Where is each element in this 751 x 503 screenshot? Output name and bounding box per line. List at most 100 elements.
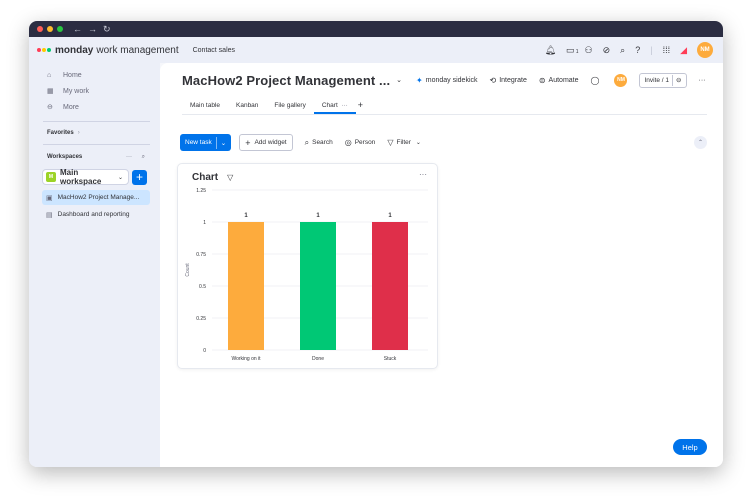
- tab-label: File gallery: [274, 102, 306, 109]
- sidekick-button[interactable]: ✦ monday sidekick: [416, 76, 477, 85]
- forward-arrow-icon[interactable]: →: [88, 21, 97, 37]
- chat-bubble-icon: ◯: [590, 75, 600, 85]
- brand-logo[interactable]: monday work management: [29, 45, 179, 56]
- board-header: MacHow2 Project Management ... ⌄ ✦ monday…: [182, 70, 707, 90]
- tab-kanban[interactable]: Kanban: [228, 102, 266, 114]
- calendar-icon: ▦: [47, 88, 54, 95]
- tab-label: Main table: [190, 102, 220, 109]
- app-header: monday work management Contact sales 🔔︎ …: [29, 37, 723, 63]
- search-icon: ⌕: [304, 137, 310, 147]
- widget-title[interactable]: Chart: [192, 172, 218, 183]
- sidebar-item-home[interactable]: ⌂ Home: [29, 67, 160, 83]
- brand-name: monday: [55, 44, 94, 56]
- zoom-window-button[interactable]: [57, 26, 63, 32]
- favorites-section[interactable]: Favorites ›: [29, 126, 160, 140]
- data-label: 1: [244, 213, 248, 219]
- filter-button[interactable]: ▽ Filter ⌄: [387, 138, 421, 147]
- sidebar-item-label: My work: [63, 87, 90, 95]
- help-button[interactable]: Help: [673, 439, 707, 455]
- sidebar-item-label: Home: [63, 71, 82, 79]
- y-tick-label: 0.5: [199, 284, 206, 290]
- chevron-down-icon[interactable]: ⌄: [221, 139, 226, 147]
- copy-link-icon[interactable]: ⊖: [676, 76, 681, 84]
- x-tick-label: Stuck: [384, 356, 397, 362]
- search-label: Search: [312, 139, 333, 146]
- data-label: 1: [316, 213, 320, 219]
- tab-file-gallery[interactable]: File gallery: [266, 102, 313, 114]
- tab-chart[interactable]: Chart ···: [313, 102, 356, 114]
- person-filter-button[interactable]: ◎ Person: [345, 138, 376, 147]
- brand-subtitle: work management: [96, 44, 179, 56]
- filter-label: Filter: [396, 139, 411, 146]
- workspace-badge: M: [46, 172, 56, 182]
- contact-sales-link[interactable]: Contact sales: [193, 47, 235, 54]
- user-avatar[interactable]: NM: [697, 42, 713, 58]
- sidebar-item-label: More: [63, 103, 79, 111]
- filter-icon: ▽: [387, 138, 394, 147]
- collapse-header-button[interactable]: ⌃: [694, 136, 707, 149]
- search-button[interactable]: ⌕ Search: [305, 138, 333, 148]
- inbox-icon[interactable]: ▭ 1: [566, 37, 579, 63]
- invite-button[interactable]: Invite / 1 ⊖: [639, 72, 687, 88]
- sidebar-board-dashboard[interactable]: ▤ Dashboard and reporting: [42, 207, 150, 222]
- workspaces-more-icon[interactable]: ···: [126, 154, 132, 160]
- divider: [215, 136, 217, 149]
- board-toolbar: New task ⌄ + Add widget ⌕ Search ◎ Person ▽ F…: [180, 134, 707, 151]
- close-window-button[interactable]: [37, 26, 43, 32]
- board-user-avatar[interactable]: NM: [614, 73, 628, 87]
- help-icon[interactable]: ?: [635, 37, 640, 63]
- bar: [300, 222, 336, 350]
- reload-icon[interactable]: ↻: [103, 21, 111, 37]
- sidebar-board-label: Dashboard and reporting: [57, 211, 130, 218]
- chevron-down-icon: ⌄: [117, 174, 123, 181]
- add-view-button[interactable]: +: [356, 100, 369, 114]
- workspaces-search-icon[interactable]: ⌕: [142, 154, 145, 161]
- board-title[interactable]: MacHow2 Project Management ...: [182, 73, 390, 88]
- board-view-tabs: Main table Kanban File gallery Chart ··· …: [182, 97, 707, 115]
- new-task-label: New task: [185, 139, 212, 146]
- y-tick-label: 0.75: [196, 252, 206, 258]
- apps-marketplace-icon[interactable]: ⊘: [603, 37, 611, 63]
- inbox-badge: 1: [575, 49, 579, 55]
- add-widget-label: Add widget: [254, 139, 287, 146]
- y-tick-label: 0.25: [196, 316, 206, 322]
- sidebar-board-machow2[interactable]: ▣ MacHow2 Project Manage...: [42, 190, 150, 205]
- data-label: 1: [388, 213, 392, 219]
- invite-label: Invite / 1: [644, 76, 670, 84]
- tab-main-table[interactable]: Main table: [182, 102, 228, 114]
- app-window: ← → ↻ monday work management Contact sal…: [29, 21, 723, 467]
- search-icon[interactable]: ⌕: [620, 37, 625, 63]
- y-tick-label: 0: [203, 348, 206, 354]
- minimize-window-button[interactable]: [47, 26, 53, 32]
- back-arrow-icon[interactable]: ←: [73, 21, 82, 37]
- app-switcher-grid-icon[interactable]: ⁞⁞⁞: [663, 37, 671, 63]
- chevron-down-icon[interactable]: ⌄: [396, 76, 402, 84]
- sidebar-item-my-work[interactable]: ▦ My work: [29, 83, 160, 99]
- workspace-selector[interactable]: M Main workspace ⌄: [42, 168, 129, 186]
- widget-more-icon[interactable]: ···: [419, 170, 427, 179]
- y-tick-label: 1: [203, 220, 206, 226]
- notifications-bell-icon[interactable]: 🔔︎: [545, 37, 556, 63]
- tab-more-icon[interactable]: ···: [342, 103, 348, 109]
- new-task-button[interactable]: New task ⌄: [180, 134, 232, 151]
- dashboard-icon: ▤: [46, 211, 53, 219]
- invite-members-icon[interactable]: ⚇: [585, 37, 593, 63]
- board-more-icon[interactable]: ···: [699, 77, 706, 84]
- y-tick-label: 1.25: [196, 188, 206, 194]
- divider: [672, 74, 674, 86]
- workspaces-label: Workspaces: [47, 154, 83, 160]
- workspace-logo-icon: ◢: [680, 45, 687, 55]
- updates-button[interactable]: ◯: [591, 76, 603, 85]
- workspace-name: Main workspace: [60, 168, 102, 186]
- divider: |: [650, 45, 653, 55]
- x-tick-label: Done: [312, 356, 324, 362]
- sidebar-item-more[interactable]: ⊖ More: [29, 99, 160, 115]
- automate-button[interactable]: ⊜ Automate: [539, 76, 579, 85]
- add-widget-button[interactable]: + Add widget: [239, 134, 293, 151]
- widget-header: Chart ▽ ···: [192, 170, 427, 184]
- add-item-button[interactable]: +: [132, 169, 147, 185]
- integrate-button[interactable]: ⟲ Integrate: [490, 76, 527, 85]
- widget-filter-icon[interactable]: ▽: [227, 173, 233, 182]
- bar-chart: 0 0.25 0.5 0.75 1 1.25 Count 1 Working on it 1 Don…: [185, 188, 428, 362]
- chevron-right-icon: ›: [77, 130, 80, 136]
